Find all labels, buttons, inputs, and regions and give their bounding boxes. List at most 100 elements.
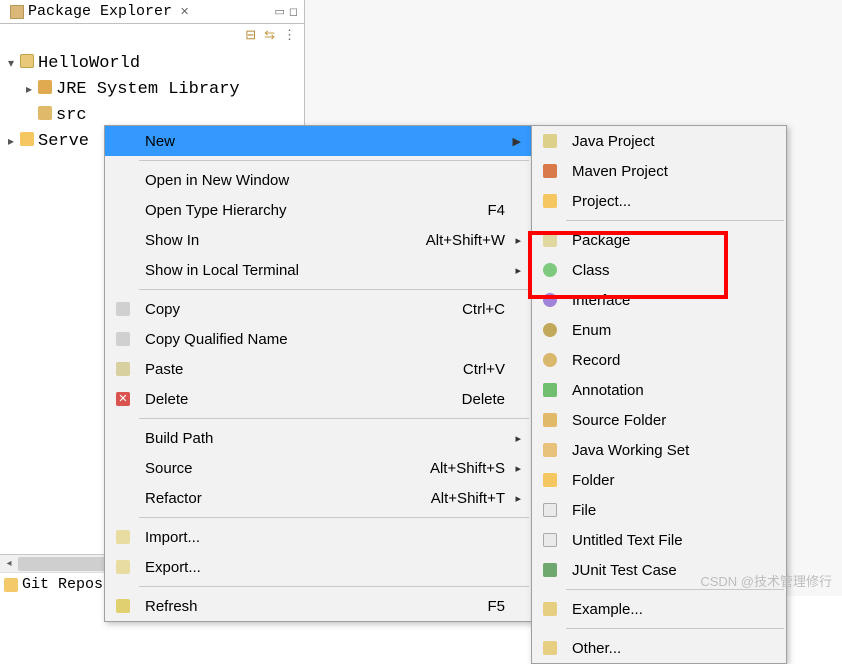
submenu-interface[interactable]: Interface	[532, 285, 786, 315]
menu-label: Refactor	[137, 490, 385, 507]
tree-item-jre[interactable]: ▸ JRE System Library	[0, 76, 304, 102]
menu-label: Delete	[137, 391, 385, 408]
menu-copy-qualified[interactable]: Copy Qualified Name	[105, 324, 531, 354]
submenu-label: Interface	[564, 292, 630, 309]
other-icon	[536, 641, 564, 655]
submenu-label: Package	[564, 232, 630, 249]
submenu-java-project[interactable]: Java Project	[532, 126, 786, 156]
submenu-label: Class	[564, 262, 610, 279]
submenu-label: Other...	[564, 640, 621, 657]
menu-open-new-window[interactable]: Open in New Window	[105, 165, 531, 195]
refresh-icon	[109, 599, 137, 613]
submenu-record[interactable]: Record	[532, 345, 786, 375]
submenu-arrow-icon: ▸	[505, 432, 521, 445]
menu-new[interactable]: New ▶	[105, 126, 531, 156]
tab-bar: Package Explorer ✕ ▭ ◻	[0, 0, 304, 24]
export-icon	[109, 560, 137, 574]
submenu-arrow-icon: ▸	[505, 492, 521, 505]
separator	[139, 586, 529, 587]
view-menu-icon[interactable]: ⋮	[283, 27, 296, 43]
menu-label: Source	[137, 460, 385, 477]
submenu-label: Example...	[564, 601, 643, 618]
submenu-label: Java Working Set	[564, 442, 689, 459]
submenu-other[interactable]: Other...	[532, 633, 786, 663]
submenu-package[interactable]: Package	[532, 225, 786, 255]
menu-delete[interactable]: ✕ Delete Delete	[105, 384, 531, 414]
submenu-enum[interactable]: Enum	[532, 315, 786, 345]
menu-shortcut: F4	[385, 202, 505, 219]
submenu-label: Project...	[564, 193, 631, 210]
submenu-label: JUnit Test Case	[564, 562, 677, 579]
submenu-annotation[interactable]: Annotation	[532, 375, 786, 405]
submenu-example[interactable]: Example...	[532, 594, 786, 624]
menu-copy[interactable]: Copy Ctrl+C	[105, 294, 531, 324]
menu-label: Build Path	[137, 430, 385, 447]
menu-shortcut: Alt+Shift+W	[385, 232, 505, 249]
close-icon[interactable]: ✕	[180, 5, 189, 19]
submenu-arrow-icon: ▸	[505, 462, 521, 475]
git-repos-label: Git Repos	[22, 576, 103, 593]
submenu-label: Maven Project	[564, 163, 668, 180]
chevron-right-icon[interactable]: ▸	[22, 82, 36, 97]
menu-label: New	[137, 133, 385, 150]
submenu-maven-project[interactable]: Maven Project	[532, 156, 786, 186]
chevron-down-icon[interactable]: ▾	[4, 56, 18, 71]
tab-label: Package Explorer	[28, 3, 172, 20]
tree-label: src	[54, 106, 87, 125]
menu-paste[interactable]: Paste Ctrl+V	[105, 354, 531, 384]
menu-label: Import...	[137, 529, 385, 546]
submenu-untitled-text-file[interactable]: Untitled Text File	[532, 525, 786, 555]
submenu-label: File	[564, 502, 596, 519]
tree-item-helloworld[interactable]: ▾ HelloWorld	[0, 50, 304, 76]
menu-show-local-terminal[interactable]: Show in Local Terminal ▸	[105, 255, 531, 285]
text-file-icon	[536, 533, 564, 547]
submenu-label: Java Project	[564, 133, 655, 150]
menu-build-path[interactable]: Build Path ▸	[105, 423, 531, 453]
explorer-toolbar: ⊟ ⇆ ⋮	[0, 24, 304, 46]
restore-icon[interactable]: ◻	[289, 5, 298, 19]
submenu-label: Source Folder	[564, 412, 666, 429]
menu-shortcut: Alt+Shift+S	[385, 460, 505, 477]
menu-source[interactable]: Source Alt+Shift+S ▸	[105, 453, 531, 483]
submenu-project[interactable]: Project...	[532, 186, 786, 216]
menu-label: Refresh	[137, 598, 385, 615]
menu-label: Open in New Window	[137, 172, 385, 189]
menu-label: Show in Local Terminal	[137, 262, 385, 279]
example-icon	[536, 602, 564, 616]
menu-shortcut: F5	[385, 598, 505, 615]
tree-label: JRE System Library	[54, 80, 240, 99]
submenu-label: Enum	[564, 322, 611, 339]
submenu-class[interactable]: Class	[532, 255, 786, 285]
menu-show-in[interactable]: Show In Alt+Shift+W ▸	[105, 225, 531, 255]
menu-import[interactable]: Import...	[105, 522, 531, 552]
submenu-label: Annotation	[564, 382, 644, 399]
project-icon	[18, 54, 36, 73]
submenu-folder[interactable]: Folder	[532, 465, 786, 495]
link-editor-icon[interactable]: ⇆	[264, 27, 275, 43]
menu-label: Paste	[137, 361, 385, 378]
submenu-arrow-icon: ▸	[505, 264, 521, 277]
submenu-label: Folder	[564, 472, 615, 489]
menu-refactor[interactable]: Refactor Alt+Shift+T ▸	[105, 483, 531, 513]
folder-icon	[536, 473, 564, 487]
submenu-source-folder[interactable]: Source Folder	[532, 405, 786, 435]
menu-export[interactable]: Export...	[105, 552, 531, 582]
tab-package-explorer[interactable]: Package Explorer ✕	[6, 1, 193, 22]
menu-label: Copy Qualified Name	[137, 331, 385, 348]
copy-icon	[109, 302, 137, 316]
working-set-icon	[536, 443, 564, 457]
scroll-left-icon[interactable]: ◂	[0, 555, 18, 572]
menu-open-type-hierarchy[interactable]: Open Type Hierarchy F4	[105, 195, 531, 225]
copy-qualified-icon	[109, 332, 137, 346]
collapse-all-icon[interactable]: ⊟	[245, 27, 256, 43]
submenu-java-working-set[interactable]: Java Working Set	[532, 435, 786, 465]
tree-label: HelloWorld	[36, 54, 140, 73]
submenu-file[interactable]: File	[532, 495, 786, 525]
minimize-icon[interactable]: ▭	[274, 5, 284, 19]
separator	[139, 160, 529, 161]
watermark-text: CSDN @技术管理修行	[700, 571, 832, 590]
chevron-right-icon[interactable]: ▸	[4, 134, 18, 149]
paste-icon	[109, 362, 137, 376]
menu-shortcut: Ctrl+C	[385, 301, 505, 318]
separator	[139, 418, 529, 419]
